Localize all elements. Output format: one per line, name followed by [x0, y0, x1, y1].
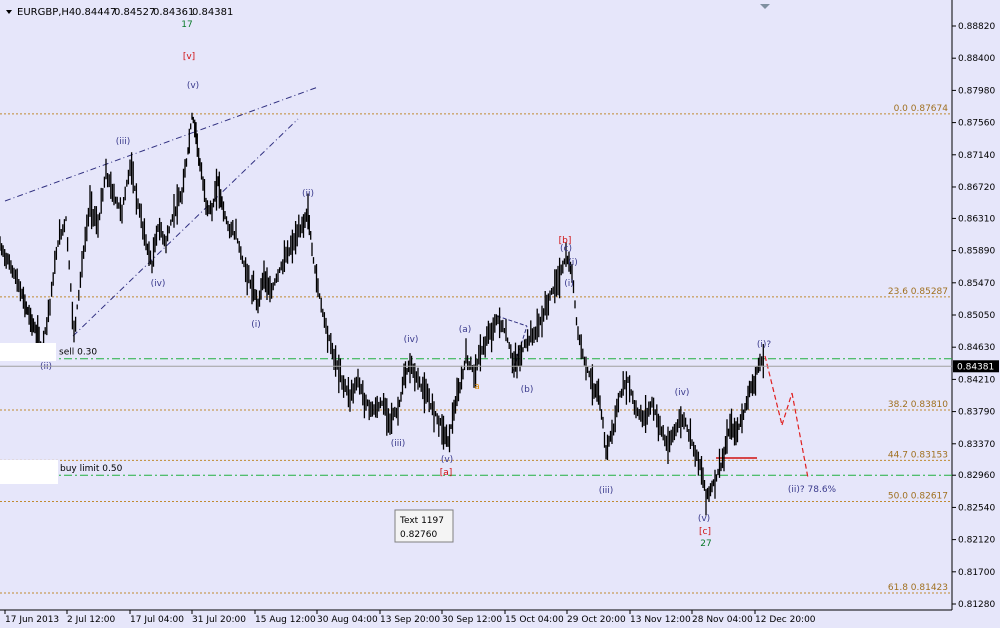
sell-order-box: [0, 343, 56, 361]
wave-label: [c]: [699, 527, 711, 537]
fib-level-label: 0.0 0.87674: [894, 104, 949, 114]
x-tick-label: 2 Jul 12:00: [67, 615, 116, 625]
y-tick-label: 0.85050: [958, 311, 995, 321]
wave-label: (v): [441, 455, 453, 465]
x-tick-label: 13 Nov 12:00: [630, 615, 691, 625]
wave-label: a: [474, 382, 480, 392]
wave-label: (ii): [40, 362, 52, 372]
wave-label: (iii): [391, 439, 406, 449]
wave-label: (i): [568, 258, 578, 268]
annotation-title: Text 1197: [399, 516, 444, 526]
y-tick-label: 0.83790: [958, 408, 995, 418]
open-value: 0.84447: [75, 7, 116, 18]
y-tick-label: 0.81280: [958, 600, 995, 610]
y-tick-label: 0.81700: [958, 568, 995, 578]
y-tick-label: 0.85470: [958, 279, 995, 289]
chart-header: EURGBP,H4 0.84447 0.84527 0.84361 0.8438…: [6, 7, 233, 18]
high-value: 0.84527: [114, 7, 155, 18]
x-tick-label: 17 Jun 2013: [5, 615, 59, 625]
wave-label: (iv): [675, 388, 690, 398]
wave-label: (i)?: [757, 340, 772, 350]
x-tick-label: 29 Oct 20:00: [567, 615, 626, 625]
wave-label: (iii): [116, 137, 131, 147]
close-value: 0.84381: [192, 7, 233, 18]
wave-label: (i): [251, 320, 261, 330]
eurgbp-h4-chart: EURGBP,H4 0.84447 0.84527 0.84361 0.8438…: [0, 0, 1000, 625]
x-tick-label: 12 Dec 20:00: [755, 615, 816, 625]
fib-level-label: 23.6 0.85287: [888, 287, 948, 297]
x-axis-ticks: 17 Jun 2013 2 Jul 12:00 17 Jul 04:00 31 Jul…: [4, 610, 816, 625]
y-tick-label: 0.85890: [958, 247, 995, 257]
wave-label: (iv): [404, 335, 419, 345]
y-tick-label: 0.82960: [958, 471, 995, 481]
y-tick-label: 0.82540: [958, 503, 995, 513]
y-tick-label: 0.84210: [958, 375, 995, 385]
y-tick-label: 0.83370: [958, 440, 995, 450]
y-tick-label: 0.87980: [958, 86, 995, 96]
fib-level-label: 61.8 0.81423: [888, 583, 948, 593]
wave-label: (i): [564, 279, 574, 289]
y-tick-label: 0.87560: [958, 119, 995, 129]
wave-label: (ii)? 78.6%: [788, 485, 837, 495]
wave-label: (a): [459, 325, 472, 335]
wave-label: [a]: [440, 468, 453, 478]
text-annotation-box[interactable]: Text 1197 0.82760: [394, 509, 454, 543]
y-tick-label: 0.86310: [958, 214, 995, 224]
y-tick-label: 0.87140: [958, 151, 995, 161]
wave-label: (v): [187, 81, 199, 91]
x-tick-label: 17 Jul 04:00: [130, 615, 184, 625]
fib-level-label: 44.7 0.83153: [888, 450, 948, 460]
wave-label: (c): [560, 244, 572, 254]
x-tick-label: 31 Jul 20:00: [192, 615, 246, 625]
fib-level-label: 50.0 0.82617: [888, 492, 948, 502]
x-tick-label: 13 Sep 20:00: [380, 615, 440, 625]
wave-label: (iv): [151, 279, 166, 289]
buy-order-box: [0, 460, 58, 484]
y-tick-label: 0.88400: [958, 54, 995, 64]
order-label: sell 0.30: [59, 348, 97, 358]
current-price-label: 0.84381: [957, 362, 994, 372]
wave-label: (b): [521, 385, 534, 395]
x-tick-label: 28 Nov 04:00: [692, 615, 753, 625]
x-tick-label: 30 Aug 04:00: [317, 615, 378, 625]
low-value: 0.84361: [153, 7, 194, 18]
y-tick-label: 0.86720: [958, 183, 995, 193]
plot-area[interactable]: [0, 0, 952, 610]
wave-label: (ii): [302, 189, 314, 199]
wave-label: (v): [698, 514, 710, 524]
x-tick-label: 15 Oct 04:00: [505, 615, 564, 625]
fib-level-label: 38.2 0.83810: [888, 400, 948, 410]
wave-label: 27: [700, 539, 711, 549]
wave-label: [v]: [183, 52, 195, 62]
y-tick-label: 0.88820: [958, 22, 995, 32]
wave-label: 17: [181, 20, 192, 30]
x-tick-label: 30 Sep 12:00: [442, 615, 502, 625]
y-tick-label: 0.84630: [958, 343, 995, 353]
x-tick-label: 15 Aug 12:00: [255, 615, 316, 625]
order-label: buy limit 0.50: [60, 464, 123, 474]
symbol-label: EURGBP,H4: [17, 7, 75, 18]
wave-label: (iii): [599, 486, 614, 496]
annotation-value: 0.82760: [400, 530, 437, 540]
y-tick-label: 0.82120: [958, 536, 995, 546]
